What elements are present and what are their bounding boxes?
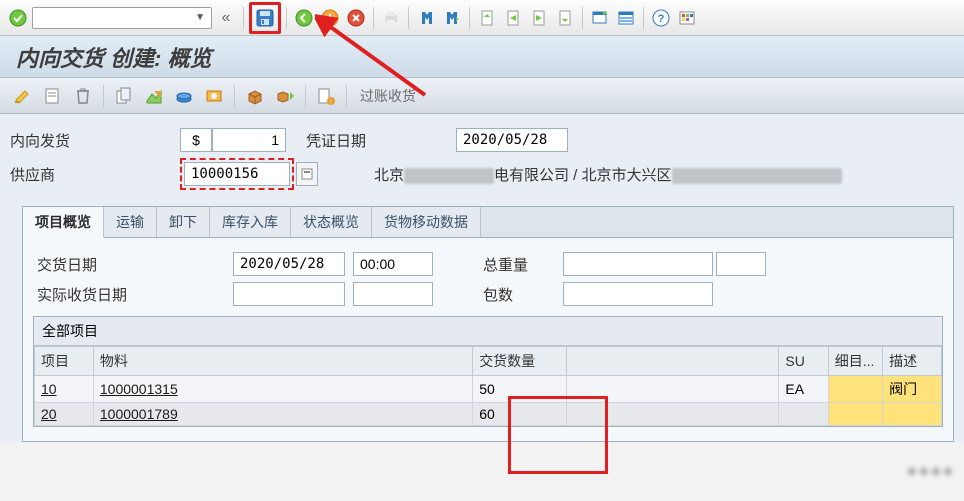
cell-material[interactable]: 1000001789 <box>93 403 472 426</box>
chevron-down-icon[interactable]: ▼ <box>193 12 207 23</box>
exit-button[interactable] <box>318 6 342 30</box>
tab-container: 项目概览 运输 卸下 库存入库 状态概览 货物移动数据 交货日期 2020/05… <box>22 206 954 442</box>
vendor-label: 供应商 <box>10 164 180 185</box>
weight-unit-field[interactable] <box>716 252 766 276</box>
vendor-highlight-box: 10000156 <box>180 158 294 190</box>
services-icon[interactable] <box>171 83 197 109</box>
cell-gap <box>566 403 779 426</box>
application-toolbar: ! 过账收货 <box>0 78 964 114</box>
tab-transport[interactable]: 运输 <box>104 207 157 237</box>
search-help-icon[interactable] <box>296 162 318 186</box>
tab-stock-placement[interactable]: 库存入库 <box>210 207 291 237</box>
table-row[interactable]: 10 1000001315 50 EA 阀门 <box>35 376 942 403</box>
tab-body: 交货日期 2020/05/28 00:00 总重量 实际收货日期 包数 全部项目 <box>23 238 953 441</box>
cell-su <box>779 403 828 426</box>
find-next-icon[interactable] <box>440 6 464 30</box>
other-doc-icon[interactable] <box>40 83 66 109</box>
display-change-icon[interactable] <box>10 83 36 109</box>
tab-goods-movement[interactable]: 货物移动数据 <box>372 207 481 237</box>
pack-split-icon[interactable] <box>272 83 298 109</box>
col-su[interactable]: SU <box>779 347 828 376</box>
find-icon[interactable] <box>414 6 438 30</box>
first-page-icon[interactable] <box>475 6 499 30</box>
cell-item[interactable]: 20 <box>35 403 94 426</box>
packages-field[interactable] <box>563 282 713 306</box>
vendor-description: 北京电有限公司 / 北京市大兴区 <box>374 164 842 185</box>
col-desc[interactable]: 描述 <box>883 347 942 376</box>
cell-material[interactable]: 1000001315 <box>93 376 472 403</box>
next-page-icon[interactable] <box>527 6 551 30</box>
chart-icon[interactable] <box>141 83 167 109</box>
cell-desc <box>883 403 942 426</box>
col-gap <box>566 347 779 376</box>
items-panel-title: 全部项目 <box>34 317 942 346</box>
page-title: 内向交货 创建: 概览 <box>0 36 964 78</box>
delete-icon[interactable] <box>70 83 96 109</box>
new-session-icon[interactable] <box>588 6 612 30</box>
actual-gr-label: 实际收货日期 <box>33 284 233 305</box>
back-button[interactable] <box>292 6 316 30</box>
packages-label: 包数 <box>483 284 563 305</box>
doc-date-label: 凭证日期 <box>306 130 456 151</box>
tab-item-overview[interactable]: 项目概览 <box>23 207 104 238</box>
cell-item[interactable]: 10 <box>35 376 94 403</box>
help-icon[interactable]: ? <box>649 6 673 30</box>
tab-status-overview[interactable]: 状态概览 <box>291 207 372 237</box>
last-page-icon[interactable] <box>553 6 577 30</box>
copy-icon[interactable] <box>111 83 137 109</box>
prev-page-icon[interactable] <box>501 6 525 30</box>
vendor-code-field[interactable]: 10000156 <box>184 162 290 186</box>
history-back-icon[interactable]: « <box>214 6 238 30</box>
print-icon <box>379 6 403 30</box>
svg-text:?: ? <box>658 13 665 25</box>
tab-unload[interactable]: 卸下 <box>157 207 210 237</box>
inbound-delivery-label: 内向发货 <box>10 130 180 151</box>
save-button[interactable] <box>253 6 277 30</box>
price-icon[interactable] <box>201 83 227 109</box>
items-panel: 全部项目 项目 物料 交货数量 SU 细目... 描述 <box>33 316 943 427</box>
col-item[interactable]: 项目 <box>35 347 94 376</box>
system-toolbar: ▼ « ? <box>0 0 964 36</box>
cell-detail[interactable] <box>828 403 882 426</box>
tab-strip: 项目概览 运输 卸下 库存入库 状态概览 货物移动数据 <box>23 207 953 238</box>
col-detail[interactable]: 细目... <box>828 347 882 376</box>
post-goods-receipt-button[interactable]: 过账收货 <box>354 86 422 106</box>
cell-gap <box>566 376 779 403</box>
actual-gr-date-field[interactable] <box>233 282 345 306</box>
items-table: 项目 物料 交货数量 SU 细目... 描述 10 1000001315 <box>34 346 942 426</box>
actual-gr-time-field[interactable] <box>353 282 433 306</box>
cell-detail[interactable] <box>828 376 882 403</box>
command-field[interactable]: ▼ <box>32 7 212 29</box>
layout-icon[interactable] <box>614 6 638 30</box>
inbound-prefix: $ <box>180 128 212 152</box>
accept-icon[interactable] <box>6 6 30 30</box>
table-row[interactable]: 20 1000001789 60 <box>35 403 942 426</box>
inbound-number: 1 <box>212 128 286 152</box>
customize-icon[interactable] <box>675 6 699 30</box>
pack-icon[interactable] <box>242 83 268 109</box>
total-weight-label: 总重量 <box>483 254 563 275</box>
cell-desc: 阀门 <box>883 376 942 403</box>
deliv-time-field[interactable]: 00:00 <box>353 252 433 276</box>
main-area: 内向发货 $ 1 凭证日期 2020/05/28 供应商 10000156 北京… <box>0 114 964 442</box>
deliv-date-label: 交货日期 <box>33 254 233 275</box>
col-qty[interactable]: 交货数量 <box>473 347 567 376</box>
watermark: ●●●● <box>906 460 954 483</box>
save-highlight-box <box>249 2 281 34</box>
doc-date-field[interactable]: 2020/05/28 <box>456 128 568 152</box>
cell-qty[interactable]: 50 <box>473 376 567 403</box>
deliv-date-field[interactable]: 2020/05/28 <box>233 252 345 276</box>
cancel-button[interactable] <box>344 6 368 30</box>
incompletion-icon[interactable]: ! <box>313 83 339 109</box>
cell-qty[interactable]: 60 <box>473 403 567 426</box>
cell-su: EA <box>779 376 828 403</box>
col-material[interactable]: 物料 <box>93 347 472 376</box>
total-weight-field[interactable] <box>563 252 713 276</box>
